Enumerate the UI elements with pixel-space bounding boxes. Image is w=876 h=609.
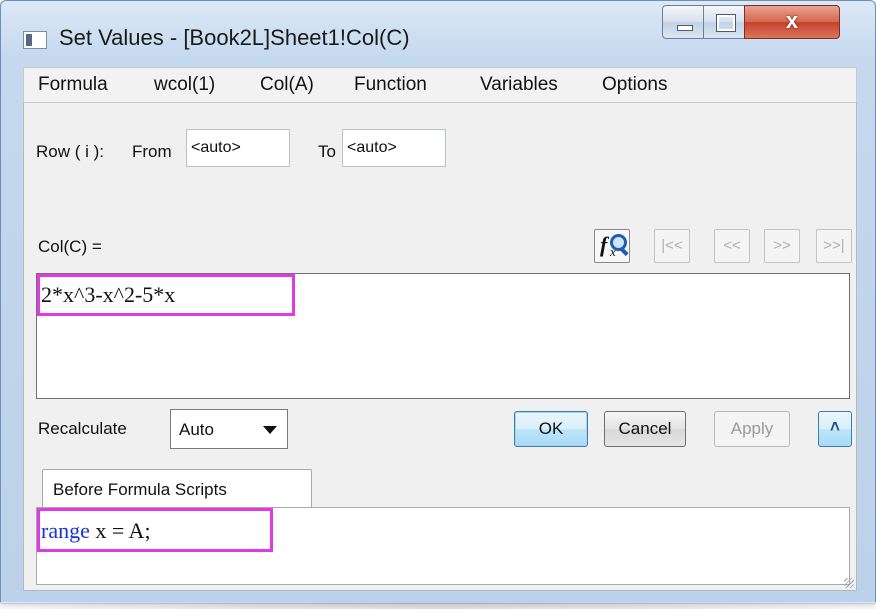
minimize-button[interactable] — [662, 5, 704, 39]
menu-wcol[interactable]: wcol(1) — [154, 74, 215, 96]
maximize-button[interactable] — [703, 5, 745, 39]
tab-label: Before Formula Scripts — [53, 480, 227, 499]
formula-expression: 2*x^3-x^2-5*x — [41, 282, 176, 307]
minimize-icon — [677, 25, 693, 31]
to-row-field[interactable]: <auto> — [342, 129, 446, 167]
apply-button[interactable]: Apply — [714, 411, 790, 447]
menu-bar: Formula wcol(1) Col(A) Function Variable… — [23, 67, 857, 103]
menu-function[interactable]: Function — [354, 74, 427, 96]
menu-options[interactable]: Options — [602, 74, 667, 96]
collapse-toggle-button[interactable]: ˄ — [818, 411, 852, 447]
menu-variables[interactable]: Variables — [480, 74, 558, 96]
dropdown-arrow-icon — [263, 426, 277, 434]
last-column-button[interactable]: >>| — [816, 229, 852, 263]
window-shadow — [0, 602, 876, 609]
function-icon: f — [600, 232, 608, 257]
formula-editor[interactable]: 2*x^3-x^2-5*x — [36, 273, 850, 399]
set-values-dialog: Set Values - [Book2L]Sheet1!Col(C) x For… — [0, 0, 876, 604]
to-label: To — [318, 142, 336, 161]
dialog-body: Row ( i ): From <auto> To <auto> Col(C) … — [23, 103, 857, 591]
from-row-field[interactable]: <auto> — [186, 129, 290, 167]
next-column-button[interactable]: >> — [764, 229, 800, 263]
function-search-button[interactable]: fx — [594, 229, 630, 263]
menu-col-a[interactable]: Col(A) — [260, 74, 314, 96]
menu-formula[interactable]: Formula — [38, 74, 108, 96]
tab-before-formula-scripts[interactable]: Before Formula Scripts — [42, 469, 312, 507]
script-code-rest: x = A; — [89, 518, 151, 543]
ok-button[interactable]: OK — [514, 411, 588, 447]
row-range-label: Row ( i ): — [36, 142, 104, 161]
close-icon: x — [785, 8, 799, 33]
cancel-button[interactable]: Cancel — [604, 411, 686, 447]
close-button[interactable]: x — [744, 5, 840, 39]
title-bar[interactable]: Set Values - [Book2L]Sheet1!Col(C) x — [1, 1, 875, 63]
recalculate-select[interactable]: Auto — [170, 409, 288, 449]
recalculate-value: Auto — [179, 420, 214, 439]
first-column-button[interactable]: |<< — [654, 229, 690, 263]
from-label: From — [132, 142, 172, 161]
maximize-icon — [716, 14, 736, 32]
app-icon — [23, 31, 47, 49]
script-keyword: range — [41, 518, 90, 543]
script-editor[interactable]: range x = A; — [36, 507, 850, 585]
target-column-label: Col(C) = — [38, 237, 102, 256]
window-title: Set Values - [Book2L]Sheet1!Col(C) — [59, 25, 410, 50]
script-code: range x = A; — [41, 518, 151, 544]
resize-grip[interactable] — [844, 578, 854, 588]
previous-column-button[interactable]: << — [714, 229, 750, 263]
recalculate-label: Recalculate — [38, 419, 127, 438]
